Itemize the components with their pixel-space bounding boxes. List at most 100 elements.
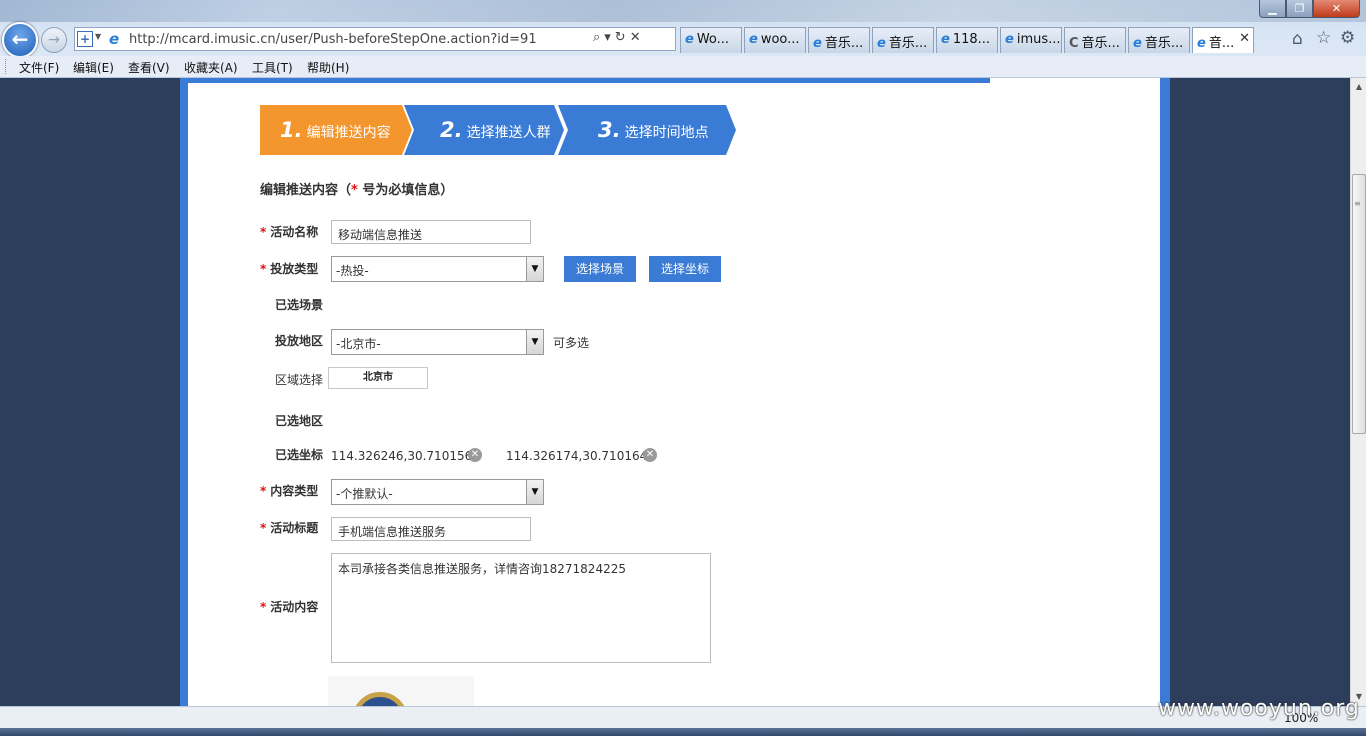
select-scene-button[interactable]: 选择场景 bbox=[564, 256, 636, 282]
step-number: 1. bbox=[280, 118, 303, 142]
browser-tab[interactable]: e Wo... bbox=[680, 27, 742, 53]
coordinate-value: 114.326246,30.710156 bbox=[331, 449, 473, 463]
browser-tab[interactable]: e imus... bbox=[1000, 27, 1062, 53]
region-chip[interactable]: 北京市 bbox=[328, 367, 428, 389]
address-bar[interactable]: + ▼ e http://mcard.imusic.cn/user/Push-b… bbox=[74, 27, 676, 51]
ie-logo-icon: e bbox=[1197, 36, 1206, 51]
step-label: 编辑推送内容 bbox=[306, 125, 391, 141]
uploaded-image-thumbnail[interactable] bbox=[328, 676, 474, 706]
close-tab-icon[interactable]: ✕ bbox=[1239, 31, 1250, 46]
menu-grip bbox=[5, 59, 8, 74]
ie-logo-icon: e bbox=[109, 30, 120, 48]
selected-scene-label: 已选场景 bbox=[275, 298, 324, 312]
title-bar bbox=[0, 0, 1366, 22]
chevron-down-icon[interactable]: ▼ bbox=[526, 480, 543, 504]
browser-tab[interactable]: e 音乐... bbox=[1128, 27, 1190, 53]
activity-title-input[interactable]: 手机端信息推送服务 bbox=[331, 517, 531, 541]
heading-text: 号为必填信息） bbox=[357, 183, 454, 198]
chevron-down-icon[interactable]: ▼ bbox=[95, 32, 101, 41]
tab-label: 118... bbox=[952, 32, 991, 47]
home-icon[interactable]: ⌂ bbox=[1292, 29, 1303, 49]
tab-label: Wo... bbox=[696, 32, 730, 47]
step-select-audience[interactable]: 2. 选择推送人群 bbox=[404, 105, 564, 155]
select-value: -个推默认- bbox=[336, 487, 393, 501]
tab-label: 音... bbox=[1208, 36, 1235, 51]
activity-name-label: * 活动名称 bbox=[260, 223, 318, 240]
tab-label: imus... bbox=[1016, 32, 1061, 47]
ie-logo-icon: e bbox=[1133, 36, 1142, 51]
content-type-select[interactable]: -个推默认- ▼ bbox=[331, 479, 544, 505]
activity-title-label: * 活动标题 bbox=[260, 519, 318, 536]
menu-edit[interactable]: 编辑(E) bbox=[73, 59, 114, 76]
gear-icon[interactable]: ⚙ bbox=[1340, 28, 1355, 48]
tab-label: 音乐... bbox=[1081, 36, 1120, 51]
chevron-down-icon[interactable]: ▼ bbox=[526, 330, 543, 354]
chevron-down-icon[interactable]: ▼ bbox=[526, 257, 543, 281]
tab-label: 音乐... bbox=[1144, 36, 1184, 51]
activity-name-input[interactable]: 移动端信息推送 bbox=[331, 220, 531, 244]
step-label: 选择推送人群 bbox=[466, 125, 551, 141]
selected-coords-label: 已选坐标 bbox=[275, 448, 324, 462]
delivery-region-select[interactable]: -北京市- ▼ bbox=[331, 329, 544, 355]
ie-logo-icon: e bbox=[941, 32, 950, 47]
remove-coordinate-icon[interactable]: ✕ bbox=[468, 448, 482, 462]
activity-content-label: * 活动内容 bbox=[260, 598, 318, 615]
browser-tab-active[interactable]: e 音... ✕ bbox=[1192, 27, 1254, 53]
watermark: www.wooyun.org bbox=[1158, 696, 1360, 721]
loading-icon: C bbox=[1069, 36, 1079, 51]
activity-content-textarea[interactable]: 本司承接各类信息推送服务，详情咨询18271824225 bbox=[331, 553, 711, 663]
tab-label: 音乐... bbox=[824, 36, 864, 51]
required-star: * bbox=[260, 225, 267, 239]
maximize-button[interactable]: ❐ bbox=[1286, 0, 1313, 18]
step-edit-content[interactable]: 1. 编辑推送内容 bbox=[260, 105, 412, 155]
step-select-time-place[interactable]: 3. 选择时间地点 bbox=[558, 105, 736, 155]
star-icon[interactable]: ☆ bbox=[1316, 28, 1331, 48]
page-add-icon[interactable]: + bbox=[77, 31, 93, 47]
delivery-type-label: * 投放类型 bbox=[260, 260, 318, 277]
menu-file[interactable]: 文件(F) bbox=[19, 59, 59, 76]
minimize-button[interactable]: ▁ bbox=[1259, 0, 1286, 18]
top-accent-strip bbox=[188, 78, 990, 83]
delivery-type-select[interactable]: -热投- ▼ bbox=[331, 256, 544, 282]
ie-logo-icon: e bbox=[749, 32, 758, 47]
label-text: 活动名称 bbox=[270, 225, 319, 239]
content-type-label: * 内容类型 bbox=[260, 482, 318, 499]
heading-text: 编辑推送内容（ bbox=[260, 183, 352, 198]
vertical-scrollbar[interactable]: ▲ ≡ ▼ bbox=[1350, 78, 1366, 706]
coordinate-value: 114.326174,30.710164 bbox=[506, 449, 648, 463]
menu-bar: 文件(F) 编辑(E) 查看(V) 收藏夹(A) 工具(T) 帮助(H) bbox=[0, 56, 1366, 78]
ie-logo-icon: e bbox=[813, 36, 822, 51]
content-column: 1. 编辑推送内容 2. 选择推送人群 3. 选择时间地点 编辑推送内容（ * 号为必填… bbox=[180, 78, 1170, 706]
label-text: 活动标题 bbox=[270, 521, 319, 535]
browser-tab[interactable]: e 118... bbox=[936, 27, 998, 53]
required-star: * bbox=[260, 484, 267, 498]
menu-favorites[interactable]: 收藏夹(A) bbox=[184, 59, 238, 76]
scroll-thumb[interactable] bbox=[1352, 174, 1366, 434]
select-value: -热投- bbox=[336, 264, 369, 278]
menu-help[interactable]: 帮助(H) bbox=[307, 59, 349, 76]
browser-tab[interactable]: e 音乐... bbox=[808, 27, 870, 53]
ie-logo-icon: e bbox=[877, 36, 886, 51]
menu-tools[interactable]: 工具(T) bbox=[252, 59, 293, 76]
label-text: 内容类型 bbox=[270, 484, 319, 498]
ie-logo-icon: e bbox=[1005, 32, 1014, 47]
address-tools[interactable]: ⌕▾↻✕ bbox=[593, 30, 645, 45]
select-value: -北京市- bbox=[336, 337, 381, 351]
scroll-up-icon[interactable]: ▲ bbox=[1352, 78, 1366, 95]
forward-arrow-icon[interactable]: → bbox=[41, 27, 67, 53]
step-label: 选择时间地点 bbox=[624, 125, 709, 141]
back-arrow-icon[interactable]: ← bbox=[2, 22, 38, 58]
label-text: 投放类型 bbox=[270, 262, 319, 276]
step-number: 3. bbox=[598, 118, 621, 142]
taskbar bbox=[0, 728, 1366, 736]
required-star: * bbox=[260, 521, 267, 535]
browser-tab[interactable]: e 音乐... bbox=[872, 27, 934, 53]
browser-tab[interactable]: e woo... bbox=[744, 27, 806, 53]
remove-coordinate-icon[interactable]: ✕ bbox=[643, 448, 657, 462]
browser-tab[interactable]: C 音乐... bbox=[1064, 27, 1126, 53]
menu-view[interactable]: 查看(V) bbox=[128, 59, 170, 76]
close-window-button[interactable]: ✕ bbox=[1313, 0, 1360, 18]
select-coords-button[interactable]: 选择坐标 bbox=[649, 256, 721, 282]
address-url[interactable]: http://mcard.imusic.cn/user/Push-beforeS… bbox=[129, 32, 537, 47]
delivery-region-label: 投放地区 bbox=[275, 334, 324, 348]
